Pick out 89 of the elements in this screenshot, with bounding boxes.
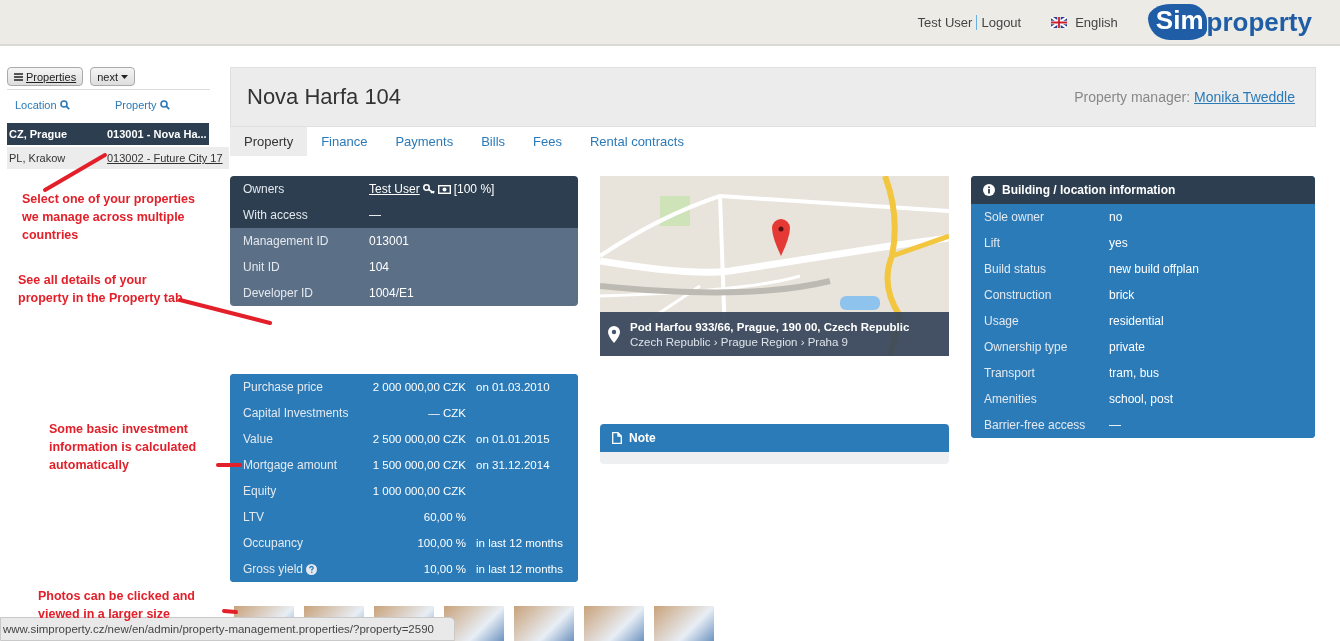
info-value: 1004/E1 xyxy=(369,286,414,300)
next-button[interactable]: next xyxy=(90,67,135,86)
info-label: Ownership type xyxy=(984,340,1069,354)
finance-note: in last 12 months xyxy=(476,537,563,549)
finance-note: on 01.03.2010 xyxy=(476,381,550,393)
info-label: With access xyxy=(243,208,309,222)
tab[interactable]: Payments xyxy=(381,127,468,156)
flag-icon xyxy=(1051,16,1068,28)
finance-amount: — CZK xyxy=(427,407,466,419)
caret-icon xyxy=(120,74,128,79)
property-row[interactable]: PL, Krakow 013002 - Future City 17 xyxy=(7,147,229,169)
info-label: Owners xyxy=(243,182,286,196)
properties-button[interactable]: Properties xyxy=(7,67,84,86)
column-header[interactable]: Location xyxy=(15,99,57,111)
key-icon xyxy=(422,184,435,194)
info-value: private xyxy=(1109,340,1146,354)
finance-amount: 2 000 000,00 CZK xyxy=(371,381,466,393)
finance-label: Capital Investments xyxy=(243,406,349,420)
owner-link[interactable]: Test User xyxy=(369,182,420,196)
info-label: Construction xyxy=(984,288,1053,302)
finance-label: Gross yield xyxy=(243,562,304,576)
search-icon[interactable] xyxy=(59,100,70,110)
info-value: yes xyxy=(1109,236,1128,250)
address-text: Pod Harfou 933/66, Prague, 190 00, Czech Republic xyxy=(630,320,910,333)
help-icon[interactable] xyxy=(306,563,318,575)
info-value: — xyxy=(1109,418,1121,432)
manager-link[interactable]: Monika Tweddle xyxy=(1194,89,1295,105)
info-value: new build offplan xyxy=(1109,262,1199,276)
document-icon xyxy=(612,432,622,444)
logo[interactable]: Sim property xyxy=(1147,2,1312,42)
finance-amount: 1 000 000,00 CZK xyxy=(371,485,466,497)
tab[interactable]: Rental contracts xyxy=(575,127,698,156)
finance-label: Purchase price xyxy=(243,380,324,394)
finance-amount: 2 500 000,00 CZK xyxy=(371,433,466,445)
info-label: Barrier-free access xyxy=(984,418,1087,432)
info-label: Amenities xyxy=(984,392,1038,406)
finance-label: Equity xyxy=(243,484,277,498)
menu-icon xyxy=(14,72,23,81)
tab[interactable]: Fees xyxy=(519,127,576,156)
info-label: Sole owner xyxy=(984,210,1046,224)
finance-amount: 60,00 % xyxy=(422,511,466,523)
info-value: tram, bus xyxy=(1109,366,1159,380)
panel-title: Note xyxy=(629,431,656,445)
info-value: no xyxy=(1109,210,1123,224)
info-value: brick xyxy=(1109,288,1135,302)
tab[interactable]: Property xyxy=(230,127,308,156)
region-breadcrumb: Czech Republic › Prague Region › Praha 9 xyxy=(630,335,849,348)
annotation-text: Some basic investment information is calculated automatically xyxy=(49,421,198,474)
info-icon xyxy=(983,184,995,196)
info-value: 013001 xyxy=(369,234,410,248)
finance-label: LTV xyxy=(243,510,265,524)
finance-amount: 1 500 000,00 CZK xyxy=(371,459,466,471)
info-value: 104 xyxy=(369,260,390,274)
ownership-share: [100 %] xyxy=(453,182,495,196)
panel-title: Building / location information xyxy=(1002,183,1176,197)
info-label: Transport xyxy=(984,366,1036,380)
photo-placeholder[interactable] xyxy=(654,606,714,641)
info-label: Unit ID xyxy=(243,260,281,274)
info-value: residential xyxy=(1109,314,1164,328)
finance-note: in last 12 months xyxy=(476,563,563,575)
search-icon[interactable] xyxy=(159,100,170,110)
finance-label: Value xyxy=(243,432,273,446)
banknote-icon xyxy=(437,184,451,194)
info-label: Build status xyxy=(984,262,1048,276)
language-selector[interactable]: English xyxy=(1075,14,1118,30)
info-value: school, post xyxy=(1109,392,1174,406)
finance-label: Mortgage amount xyxy=(243,458,338,472)
finance-amount: 100,00 % xyxy=(416,537,466,549)
finance-note: on 31.12.2014 xyxy=(476,459,550,471)
finance-label: Occupancy xyxy=(243,536,304,550)
info-label: Management ID xyxy=(243,234,330,248)
user-name: Test User xyxy=(917,14,973,30)
finance-amount: 10,00 % xyxy=(422,563,466,575)
tab[interactable]: Bills xyxy=(467,127,520,156)
info-label: Lift xyxy=(984,236,1001,250)
tab[interactable]: Finance xyxy=(307,127,382,156)
property-row[interactable]: CZ, Prague 013001 - Nova Ha... xyxy=(7,123,209,145)
photo-placeholder[interactable] xyxy=(514,606,574,641)
info-label: Usage xyxy=(984,314,1020,328)
info-value: — xyxy=(369,208,381,222)
annotation-text: Select one of your properties we manage across multiple countries xyxy=(22,191,196,244)
photo-placeholder[interactable] xyxy=(584,606,644,641)
logout-link[interactable]: Logout xyxy=(981,14,1022,30)
map-pin-icon xyxy=(608,325,620,343)
manager-label: Property manager: xyxy=(1074,89,1191,105)
finance-note: on 01.01.2015 xyxy=(476,433,550,445)
column-header[interactable]: Property xyxy=(115,99,157,111)
info-label: Developer ID xyxy=(243,286,315,300)
property-title: Nova Harfa 104 xyxy=(247,84,402,110)
